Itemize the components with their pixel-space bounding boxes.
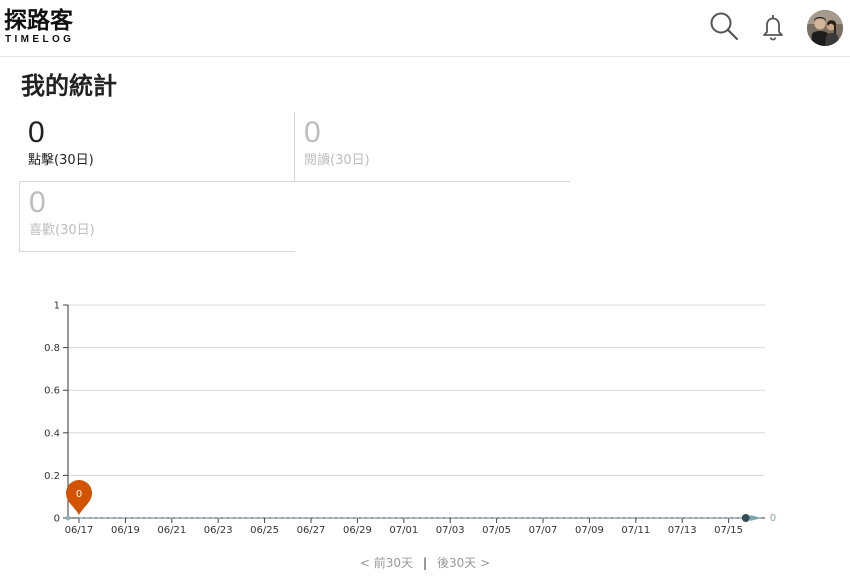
notifications-button[interactable] <box>756 10 790 44</box>
y-tick-label: 1 <box>54 301 60 312</box>
stat-card-likes[interactable]: 0 喜歡(30日) <box>19 182 295 252</box>
logo-english-text: TIMELOG <box>5 34 75 45</box>
stat-label: 喜歡(30日) <box>29 223 95 238</box>
logo-chinese-text: 探路客 <box>4 8 73 34</box>
x-tick-label: 06/25 <box>250 525 279 536</box>
x-tick-label: 07/11 <box>621 525 650 536</box>
x-tick-label: 06/23 <box>204 525 233 536</box>
clicks-line-chart: 0 0.2 0.4 0.6 0.8 1 06/17 06/19 06/21 06/23 06/25 0… <box>44 301 776 537</box>
x-tick-label: 07/01 <box>389 525 418 536</box>
next-30-days-link[interactable]: 後30天 > <box>437 556 490 570</box>
stat-card-reads[interactable]: 0 閱讀(30日) <box>294 112 570 182</box>
x-tick-label: 07/09 <box>575 525 604 536</box>
pager-separator: | <box>422 556 428 570</box>
series-end-arrow <box>749 515 762 521</box>
x-tick-label: 06/29 <box>343 525 372 536</box>
stat-value: 0 <box>304 116 321 149</box>
x-tick-label: 06/17 <box>65 525 94 536</box>
timelog-logo[interactable]: 探路客 TIMELOG <box>4 7 84 49</box>
avatar-image <box>807 10 843 46</box>
stat-value: 0 <box>28 116 45 149</box>
search-button[interactable] <box>708 10 742 44</box>
stat-label: 閱讀(30日) <box>304 153 370 168</box>
marker-value-label: 0 <box>76 489 82 500</box>
x-tick-label: 07/15 <box>714 525 743 536</box>
top-navbar: 探路客 TIMELOG <box>0 0 850 57</box>
y-tick-label: 0.2 <box>44 471 60 482</box>
y-tick-label: 0.8 <box>44 343 60 354</box>
bell-icon <box>763 13 783 41</box>
y-tick-label: 0.6 <box>44 386 60 397</box>
series-end-point <box>741 514 750 522</box>
x-tick-label: 06/19 <box>111 525 140 536</box>
x-tick-label: 06/27 <box>297 525 326 536</box>
stat-label: 點擊(30日) <box>28 153 94 168</box>
series-start-point <box>65 515 71 521</box>
stat-value: 0 <box>29 186 46 219</box>
x-tick-label: 07/03 <box>436 525 465 536</box>
y-tick-label: 0.4 <box>44 428 60 439</box>
y-tick-label: 0 <box>54 514 60 525</box>
page-title: 我的統計 <box>21 72 117 100</box>
date-pager: < 前30天 | 後30天 > <box>0 555 850 571</box>
series-end-label: 0 <box>770 513 776 524</box>
stat-card-clicks[interactable]: 0 點擊(30日) <box>19 112 295 182</box>
search-icon <box>710 12 739 41</box>
user-avatar[interactable] <box>807 10 843 46</box>
x-tick-label: 07/05 <box>482 525 511 536</box>
x-tick-label: 06/21 <box>157 525 186 536</box>
x-tick-label: 07/07 <box>529 525 558 536</box>
prev-30-days-link[interactable]: < 前30天 <box>360 556 413 570</box>
x-tick-label: 07/13 <box>668 525 697 536</box>
